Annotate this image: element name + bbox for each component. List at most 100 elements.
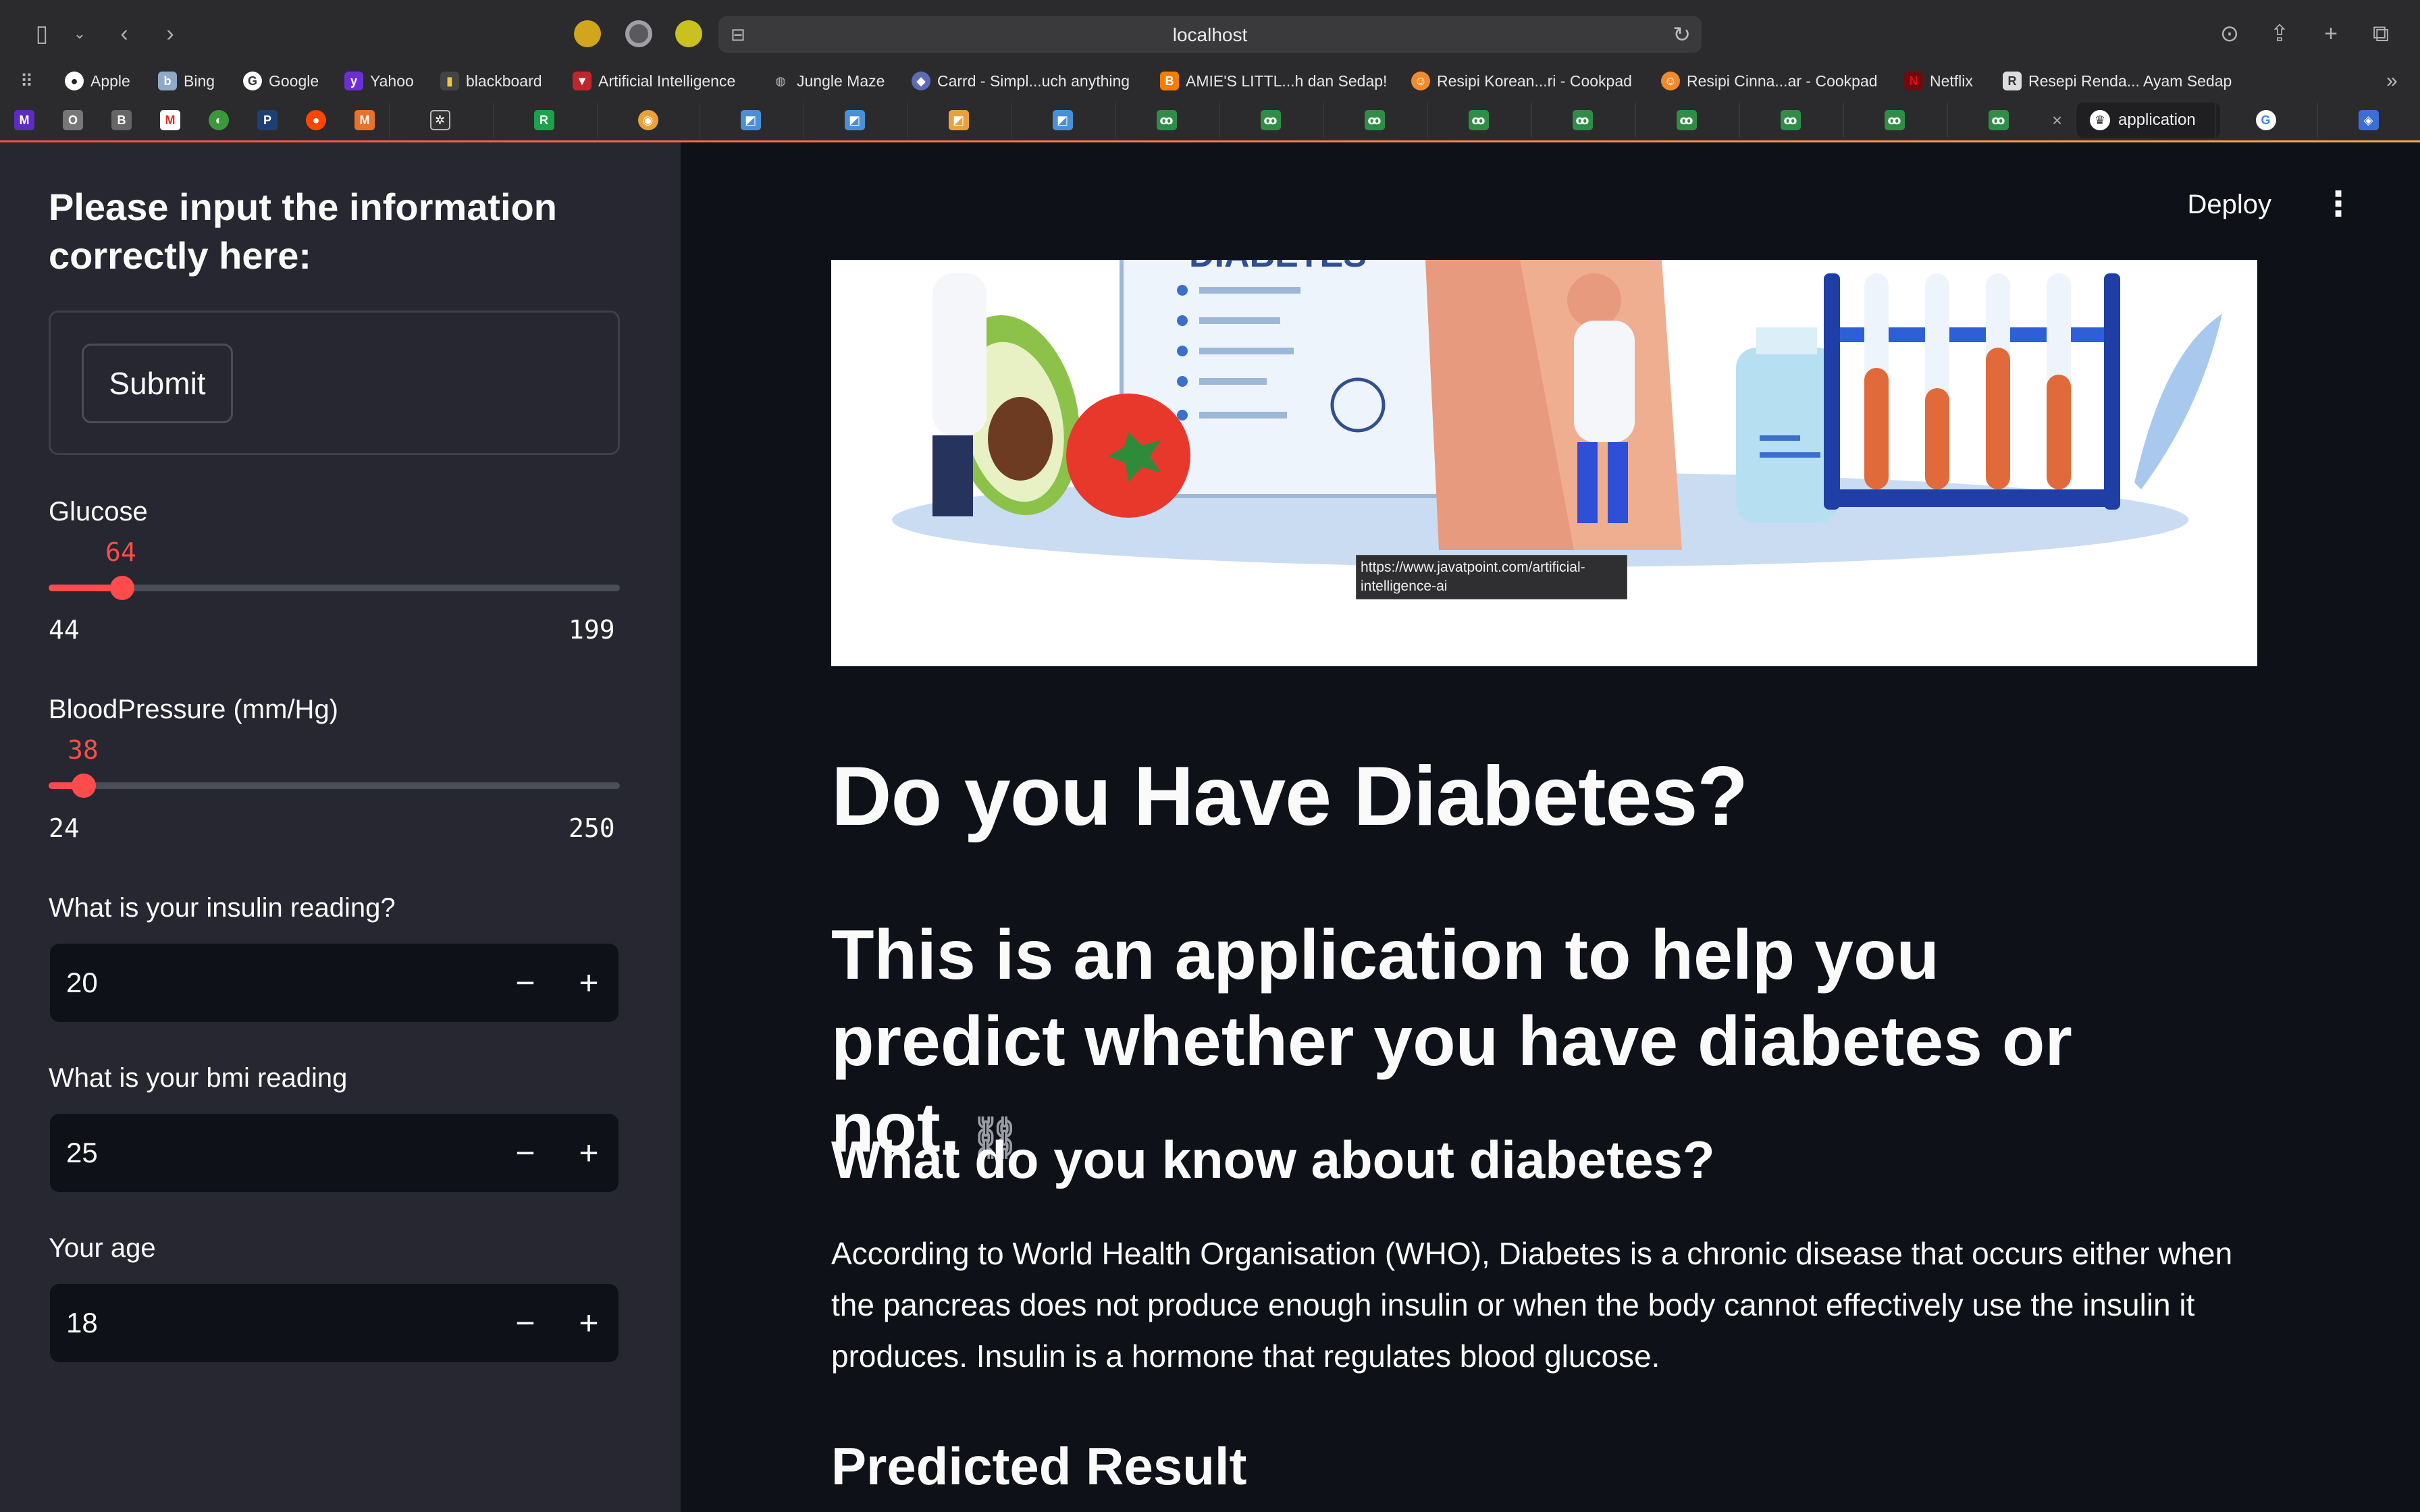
bookmark-resepi-renda[interactable]: R Resepi Renda... Ayam Sedap: [2003, 69, 2232, 93]
tab-4[interactable]: ◩: [700, 103, 801, 138]
google-icon: G: [243, 72, 262, 90]
bookmark-google[interactable]: G Google: [243, 69, 319, 93]
more-bookmarks-icon[interactable]: »: [2386, 69, 2398, 93]
bookmark-resipi-cinna[interactable]: ☺ Resipi Cinna...ar - Cookpad: [1661, 69, 1878, 93]
tab-cube[interactable]: ◈: [2317, 103, 2419, 138]
age-label: Your age: [49, 1233, 156, 1263]
tab-13[interactable]: ꝏ: [1635, 103, 1737, 138]
tab-15[interactable]: ꝏ: [1843, 103, 1945, 138]
back-icon[interactable]: ‹: [108, 18, 140, 50]
blood-pressure-max: 250: [569, 813, 615, 843]
tab-16[interactable]: ꝏ: [1947, 103, 2049, 138]
age-decrement-button[interactable]: −: [500, 1297, 551, 1349]
url-text: localhost: [1172, 24, 1248, 45]
bmi-decrement-button[interactable]: −: [500, 1127, 551, 1179]
reload-icon[interactable]: ↻: [1673, 22, 1691, 47]
close-tab-icon[interactable]: ×: [2052, 110, 2062, 131]
age-increment-button[interactable]: +: [563, 1297, 614, 1349]
tab-pinned-3[interactable]: B: [97, 103, 146, 138]
tab-10[interactable]: ꝏ: [1323, 103, 1425, 138]
sidebar-toggle-icon[interactable]: ▯: [26, 18, 58, 50]
tab-14[interactable]: ꝏ: [1739, 103, 1841, 138]
tab-1[interactable]: ✲: [389, 103, 490, 138]
tab-overview-icon[interactable]: ⧉: [2365, 18, 2397, 50]
bookmark-bing[interactable]: b Bing: [158, 69, 215, 93]
deploy-button[interactable]: Deploy: [2187, 190, 2271, 220]
tab-5[interactable]: ◩: [804, 103, 905, 138]
tab-6[interactable]: ◩: [908, 103, 1009, 138]
bookmark-amies-little[interactable]: B AMIE'S LITTL...h dan Sedap!: [1160, 69, 1387, 93]
bookmark-apple[interactable]: ● Apple: [65, 69, 130, 93]
tab-pinned-4[interactable]: M: [146, 103, 194, 138]
cookpad-icon: ☺: [1411, 72, 1430, 90]
bookmark-carrd[interactable]: ◆ Carrd - Simpl...uch anything: [912, 69, 1130, 93]
bookmark-netflix[interactable]: N Netflix: [1904, 69, 1973, 93]
new-tab-icon[interactable]: +: [2315, 18, 2347, 50]
tab-pinned-5[interactable]: ◐: [194, 103, 243, 138]
tab-7[interactable]: ◩: [1011, 103, 1113, 138]
extension-smile-icon[interactable]: [675, 20, 702, 47]
insulin-value: 20: [66, 967, 98, 998]
insulin-input[interactable]: 20 − +: [50, 944, 619, 1022]
insulin-increment-button[interactable]: +: [563, 957, 614, 1008]
chrome-like-icon: ◉: [637, 110, 658, 130]
o-app-icon: O: [63, 110, 83, 130]
tab-pinned-6[interactable]: P: [243, 103, 292, 138]
doc-icon: ◩: [740, 110, 761, 130]
blogger-icon: B: [1160, 72, 1179, 90]
bing-icon: b: [158, 72, 177, 90]
tab-pinned-8[interactable]: M: [340, 103, 389, 138]
bmi-increment-button[interactable]: +: [563, 1127, 614, 1179]
main-menu-icon[interactable]: ⋮: [2321, 184, 2355, 223]
grid-icon[interactable]: ⠿: [20, 69, 33, 93]
submit-button[interactable]: Submit: [82, 344, 233, 423]
javatpoint-icon: ▼: [573, 72, 591, 90]
forward-icon[interactable]: ›: [154, 18, 186, 50]
bookmark-resipi-korean[interactable]: ☺ Resipi Korean...ri - Cookpad: [1411, 69, 1632, 93]
download-icon[interactable]: ⊙: [2213, 18, 2246, 50]
tab-12[interactable]: ꝏ: [1531, 103, 1633, 138]
tab-pinned-2[interactable]: O: [49, 103, 97, 138]
streamlit-icon: ♛: [2090, 110, 2110, 130]
insulin-label: What is your insulin reading?: [49, 893, 396, 923]
blood-pressure-slider-thumb[interactable]: [72, 774, 97, 798]
glucose-min: 44: [49, 615, 80, 645]
bookmark-yahoo[interactable]: y Yahoo: [344, 69, 414, 93]
tab-application[interactable]: × ♛ application: [2052, 103, 2220, 138]
insulin-decrement-button[interactable]: −: [500, 957, 551, 1008]
chevron-down-icon[interactable]: ⌄: [63, 18, 96, 50]
blood-pressure-slider[interactable]: [49, 774, 620, 798]
tab-bar: M O B M ◐ P ● M ✲ R ◉ ◩ ◩ ◩ ◩ ꝏ ꝏ ꝏ ꝏ ꝏ …: [0, 99, 2420, 142]
gfg-icon: ꝏ: [1468, 110, 1489, 130]
bookmark-blackboard[interactable]: ▮ blackboard: [440, 69, 542, 93]
tab-pinned-1[interactable]: M: [0, 103, 49, 138]
extension-target-icon[interactable]: [625, 20, 652, 47]
glucose-value: 64: [105, 537, 136, 567]
banner-illustration: DIABETES: [892, 260, 2222, 567]
p-app-icon: P: [257, 110, 278, 130]
tab-8[interactable]: ꝏ: [1115, 103, 1217, 138]
bmi-input[interactable]: 25 − +: [50, 1114, 619, 1192]
glucose-slider-thumb[interactable]: [110, 576, 135, 600]
tab-11[interactable]: ꝏ: [1427, 103, 1529, 138]
tab-2[interactable]: R: [493, 103, 594, 138]
age-value: 18: [66, 1307, 98, 1339]
share-icon[interactable]: ⇪: [2263, 18, 2296, 50]
address-bar[interactable]: ⊟ localhost ↻: [718, 16, 1702, 53]
tab-3[interactable]: ◉: [597, 103, 698, 138]
gfg-icon: ꝏ: [1260, 110, 1281, 130]
gfg-icon: ꝏ: [1572, 110, 1593, 130]
age-input[interactable]: 18 − +: [50, 1284, 619, 1362]
glucose-slider[interactable]: [49, 576, 620, 600]
bookmark-jungle-maze[interactable]: ◍ Jungle Maze: [771, 69, 885, 93]
tab-google[interactable]: G: [2215, 103, 2316, 138]
carrd-icon: ◆: [912, 72, 930, 90]
result-heading: Predicted Result: [831, 1436, 1247, 1496]
extension-hand-icon[interactable]: [574, 20, 601, 47]
tab-pinned-7[interactable]: ●: [292, 103, 340, 138]
tab-9[interactable]: ꝏ: [1219, 103, 1321, 138]
bookmarks-bar: ⠿ ● Apple b Bing G Google y Yahoo ▮ blackboar…: [0, 68, 2420, 94]
page-title: Do you Have Diabetes?: [831, 750, 1748, 843]
bookmark-artificial-intelligence[interactable]: ▼ Artificial Intelligence: [573, 69, 735, 93]
bmi-value: 25: [66, 1137, 98, 1168]
